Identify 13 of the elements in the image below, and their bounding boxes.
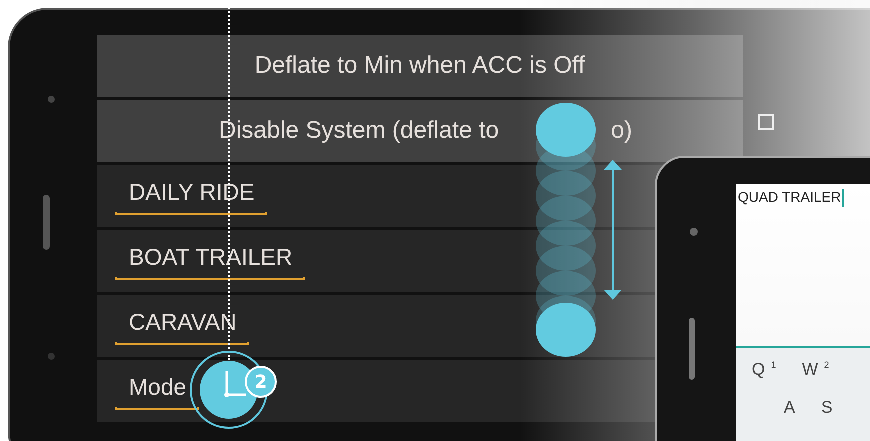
speaker-icon <box>43 195 50 250</box>
keyboard-key[interactable]: S <box>821 398 833 436</box>
keyboard-key[interactable]: A <box>784 398 796 436</box>
camera-icon <box>48 96 55 103</box>
menu-button[interactable]: Disable System (deflate to o) <box>97 100 743 162</box>
menu-button[interactable]: Deflate to Min when ACC is Off <box>97 35 743 97</box>
keyboard-key[interactable]: Q $^{1}$ <box>752 360 776 398</box>
recent-apps-icon[interactable] <box>758 114 774 130</box>
double-arrow-icon <box>601 160 625 300</box>
sensor-icon <box>48 353 55 360</box>
camera-icon <box>690 228 698 236</box>
speaker-icon <box>689 318 695 380</box>
keyboard-key[interactable]: W $^{2}$ <box>802 360 830 398</box>
